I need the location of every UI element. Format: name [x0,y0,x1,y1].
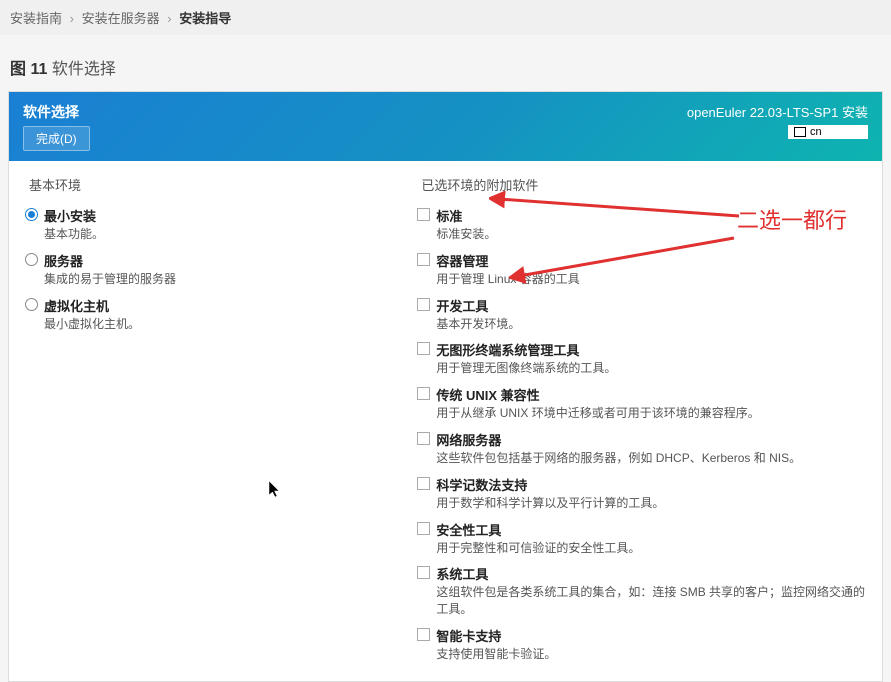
base-environment-column: 基本环境 最小安装基本功能。服务器集成的易于管理的服务器虚拟化主机最小虚拟化主机… [19,175,411,667]
chevron-right-icon: › [70,11,74,26]
addon-option[interactable]: 科学记数法支持用于数学和科学计算以及平行计算的工具。 [411,471,872,516]
addon-option[interactable]: 传统 UNIX 兼容性用于从继承 UNIX 环境中迁移或者可用于该环境的兼容程序… [411,381,872,426]
checkbox[interactable] [417,387,430,400]
checkbox[interactable] [417,522,430,535]
option-title: 传统 UNIX 兼容性 [436,385,866,404]
option-description: 基本开发环境。 [436,316,866,333]
environment-option[interactable]: 服务器集成的易于管理的服务器 [19,247,410,292]
environment-option[interactable]: 虚拟化主机最小虚拟化主机。 [19,292,410,337]
checkbox[interactable] [417,298,430,311]
option-description: 用于完整性和可信验证的安全性工具。 [436,540,866,557]
option-description: 用于从继承 UNIX 环境中迁移或者可用于该环境的兼容程序。 [436,405,866,422]
checkbox[interactable] [417,566,430,579]
installer-panel: 软件选择 完成(D) openEuler 22.03-LTS-SP1 安装 cn… [8,91,883,682]
checkbox[interactable] [417,628,430,641]
keyboard-layout-indicator[interactable]: cn [788,125,868,139]
column-heading: 基本环境 [19,175,410,202]
option-description: 标准安装。 [436,226,866,243]
installer-body: 基本环境 最小安装基本功能。服务器集成的易于管理的服务器虚拟化主机最小虚拟化主机… [9,161,882,681]
figure-label: 图 11 [10,61,47,78]
addon-option[interactable]: 网络服务器这些软件包包括基于网络的服务器，例如 DHCP、Kerberos 和 … [411,426,872,471]
figure-title: 软件选择 [52,61,116,78]
breadcrumb-current: 安装指导 [179,11,231,26]
option-title: 虚拟化主机 [44,296,404,315]
option-description: 用于数学和科学计算以及平行计算的工具。 [436,495,866,512]
page-title: 软件选择 [23,102,90,122]
addon-option[interactable]: 安全性工具用于完整性和可信验证的安全性工具。 [411,516,872,561]
breadcrumb-item[interactable]: 安装在服务器 [82,11,160,26]
option-description: 用于管理无图像终端系统的工具。 [436,360,866,377]
option-title: 服务器 [44,251,404,270]
checkbox[interactable] [417,208,430,221]
option-title: 科学记数法支持 [436,475,866,494]
radio-button[interactable] [25,253,38,266]
installer-header: 软件选择 完成(D) openEuler 22.03-LTS-SP1 安装 cn [9,92,882,161]
addon-option[interactable]: 开发工具基本开发环境。 [411,292,872,337]
addon-option[interactable]: 系统工具这组软件包是各类系统工具的集合，如：连接 SMB 共享的客户；监控网络交… [411,560,872,622]
option-title: 系统工具 [436,564,866,583]
chevron-right-icon: › [167,11,171,26]
addon-option[interactable]: 智能卡支持支持使用智能卡验证。 [411,622,872,667]
radio-button[interactable] [25,298,38,311]
checkbox[interactable] [417,477,430,490]
keyboard-icon [794,127,806,137]
option-description: 最小虚拟化主机。 [44,316,404,333]
option-title: 无图形终端系统管理工具 [436,340,866,359]
done-button[interactable]: 完成(D) [23,126,90,151]
option-title: 标准 [436,206,866,225]
option-description: 用于管理 Linux 容器的工具 [436,271,866,288]
environment-option[interactable]: 最小安装基本功能。 [19,202,410,247]
breadcrumb-item[interactable]: 安装指南 [10,11,62,26]
addon-option[interactable]: 无图形终端系统管理工具用于管理无图像终端系统的工具。 [411,336,872,381]
addon-option[interactable]: 容器管理用于管理 Linux 容器的工具 [411,247,872,292]
option-title: 容器管理 [436,251,866,270]
checkbox[interactable] [417,253,430,266]
option-description: 这些软件包包括基于网络的服务器，例如 DHCP、Kerberos 和 NIS。 [436,450,866,467]
addons-column: 已选环境的附加软件 标准标准安装。容器管理用于管理 Linux 容器的工具开发工… [411,175,872,667]
option-title: 智能卡支持 [436,626,866,645]
option-title: 安全性工具 [436,520,866,539]
figure-caption: 图 11 软件选择 [0,35,891,91]
option-description: 基本功能。 [44,226,404,243]
column-heading: 已选环境的附加软件 [411,175,872,202]
checkbox[interactable] [417,432,430,445]
addon-option[interactable]: 标准标准安装。 [411,202,872,247]
option-description: 集成的易于管理的服务器 [44,271,404,288]
checkbox[interactable] [417,342,430,355]
breadcrumb: 安装指南 › 安装在服务器 › 安装指导 [0,0,891,35]
radio-button[interactable] [25,208,38,221]
option-description: 这组软件包是各类系统工具的集合，如：连接 SMB 共享的客户；监控网络交通的工具… [436,584,866,618]
option-title: 开发工具 [436,296,866,315]
keyboard-layout-label: cn [810,126,822,138]
option-description: 支持使用智能卡验证。 [436,646,866,663]
product-name: openEuler 22.03-LTS-SP1 安装 [687,102,868,121]
option-title: 网络服务器 [436,430,866,449]
option-title: 最小安装 [44,206,404,225]
